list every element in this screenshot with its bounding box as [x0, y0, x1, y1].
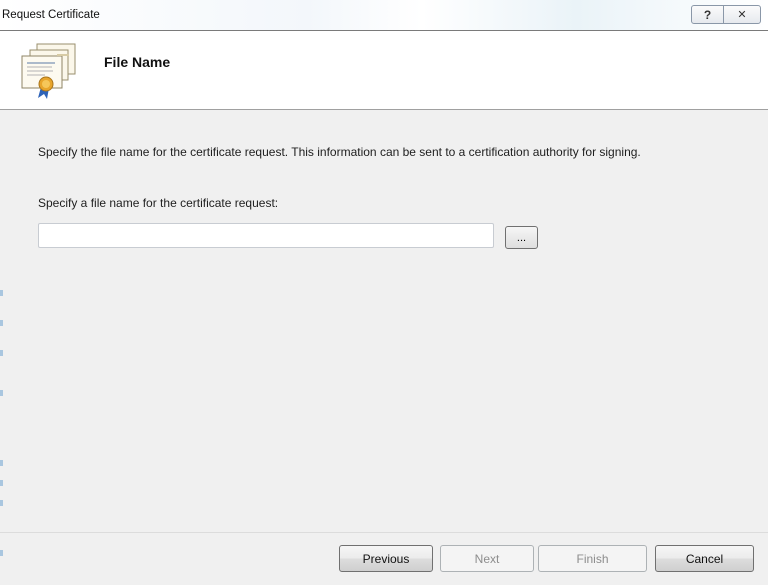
page-description: Specify the file name for the certificat… [38, 145, 641, 159]
certificate-icon [17, 42, 79, 103]
cancel-button[interactable]: Cancel [655, 545, 754, 572]
window-title: Request Certificate [2, 9, 100, 21]
close-icon: ✕ [737, 9, 747, 21]
wizard-header: File Name [0, 30, 768, 110]
page-title: File Name [104, 54, 171, 70]
footer-divider [0, 532, 768, 533]
finish-button[interactable]: Finish [538, 545, 647, 572]
browse-button[interactable]: ... [505, 226, 538, 249]
file-name-input[interactable] [38, 223, 494, 248]
request-certificate-dialog: Request Certificate ? ✕ File Name Specif… [0, 0, 768, 585]
close-button[interactable]: ✕ [723, 5, 761, 24]
next-button[interactable]: Next [440, 545, 534, 572]
help-icon: ? [703, 7, 712, 22]
window-edge-marks [0, 280, 3, 580]
file-name-label: Specify a file name for the certificate … [38, 196, 279, 210]
help-button[interactable]: ? [691, 5, 724, 24]
previous-button[interactable]: Previous [339, 545, 433, 572]
title-bar[interactable]: Request Certificate ? ✕ [0, 0, 768, 30]
